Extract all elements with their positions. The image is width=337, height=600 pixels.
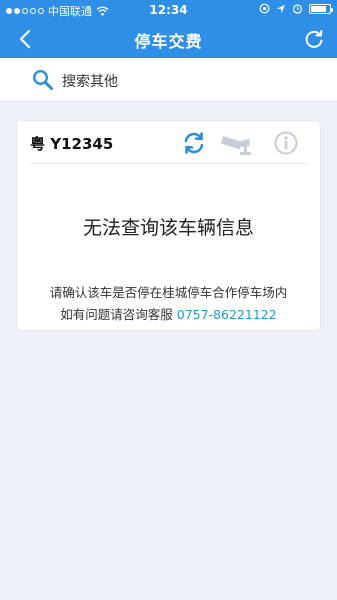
alarm-icon bbox=[292, 4, 303, 14]
orientation-lock-icon bbox=[259, 3, 270, 14]
navbar: 停车交费 bbox=[0, 20, 337, 58]
page-title: 停车交费 bbox=[134, 32, 203, 51]
info-icon[interactable] bbox=[273, 130, 299, 156]
refresh-icon[interactable] bbox=[301, 26, 327, 52]
license-plate: 粤 Y12345 bbox=[30, 135, 114, 153]
support-prefix: 如有问题请咨询客服 bbox=[60, 307, 173, 322]
card-divider bbox=[30, 163, 307, 164]
battery-icon bbox=[309, 3, 333, 14]
support-phone-link[interactable]: 0757-86221122 bbox=[177, 307, 277, 322]
not-found-message: 无法查询该车辆信息 bbox=[82, 217, 254, 239]
support-line: 如有问题请咨询客服 0757-86221122 bbox=[17, 304, 320, 323]
sync-icon[interactable] bbox=[181, 131, 207, 155]
camera-icon[interactable] bbox=[220, 131, 254, 157]
confirm-parking-hint: 请确认该车是否停在桂城停车合作停车场内 bbox=[49, 285, 288, 300]
search-icon[interactable] bbox=[32, 69, 54, 91]
status-right bbox=[259, 3, 333, 14]
search-label[interactable]: 搜索其他 bbox=[62, 71, 118, 91]
vehicle-card: 粤 Y12345 无法查询该车辆信息 请确认该车是否停在桂城停车合作停车场内 如… bbox=[17, 121, 320, 330]
search-bar[interactable]: 搜索其他 bbox=[0, 58, 337, 102]
status-bar: 中国联通 12:34 bbox=[0, 0, 337, 20]
location-arrow-icon bbox=[277, 4, 285, 13]
